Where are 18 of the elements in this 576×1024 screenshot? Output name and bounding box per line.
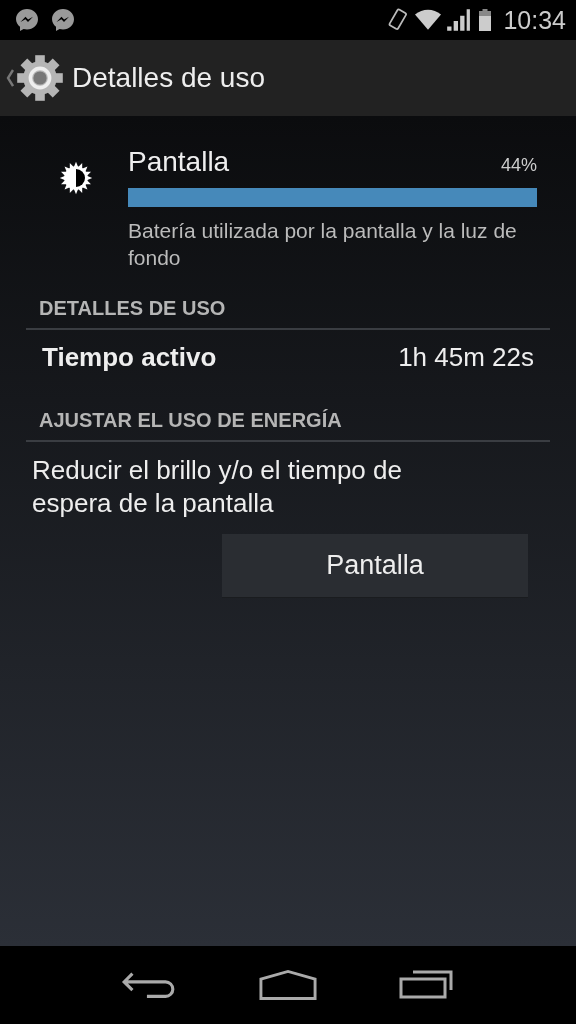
gear-icon [16, 54, 64, 102]
stat-value: 1h 45m 22s [398, 342, 534, 373]
messenger-icon [14, 7, 40, 33]
usage-description: Batería utilizada por la pantalla y la luz de fondo [128, 218, 518, 271]
section-header: DETALLES DE USO [26, 297, 550, 330]
clock-text: 10:34 [503, 5, 566, 35]
section-header: AJUSTAR EL USO DE ENERGÍA [26, 409, 550, 442]
usage-percent: 44% [500, 155, 537, 176]
brightness-icon [58, 160, 94, 196]
screen-title: Detalles de uso [72, 62, 265, 94]
caret-icon [6, 68, 14, 88]
stat-label: Tiempo activo [42, 342, 217, 373]
advice-text: Reducir el brillo y/o el tiempo de espera de la pantalla [31, 454, 403, 520]
display-settings-button[interactable]: Pantalla [222, 534, 528, 598]
battery-icon [479, 9, 492, 31]
usage-title: Pantalla [128, 146, 230, 178]
messenger-icon [50, 7, 76, 33]
signal-icon [445, 7, 472, 33]
